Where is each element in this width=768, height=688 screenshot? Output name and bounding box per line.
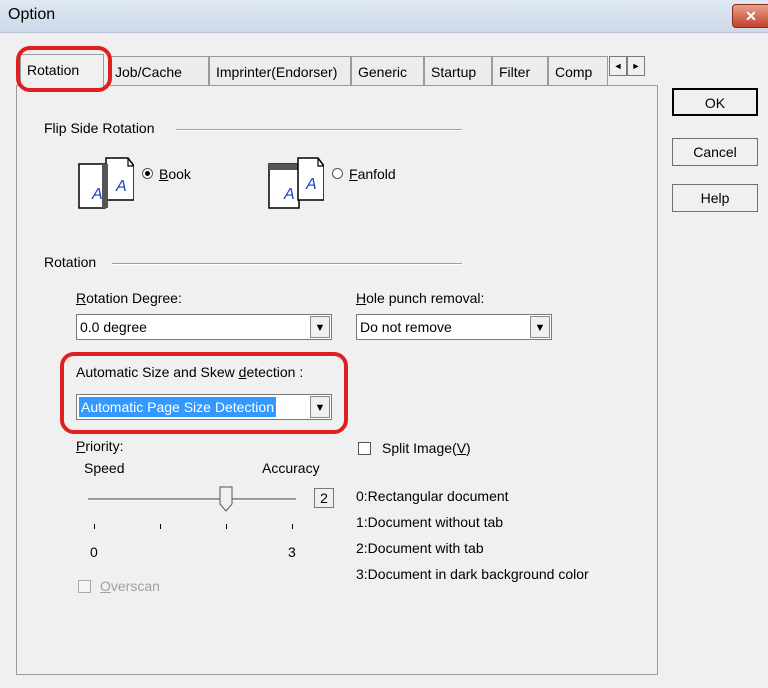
legend-item: 3:Document in dark background color (356, 566, 589, 582)
tab-scroll-right-button[interactable]: ► (627, 56, 645, 76)
priority-slider-thumb[interactable] (219, 486, 233, 512)
slider-tick (94, 524, 95, 529)
title-bar: Option ✕ (0, 0, 768, 33)
hole-punch-label: Hole punch removal: (356, 290, 485, 306)
scroll-right-icon: ► (631, 61, 641, 71)
legend-item: 0:Rectangular document (356, 488, 509, 504)
ok-button[interactable]: OK (672, 88, 758, 116)
fanfold-letter-2: A (306, 176, 317, 193)
tab-generic[interactable]: Generic (351, 56, 424, 86)
hole-punch-value: Do not remove (360, 319, 452, 335)
tab-imprinter[interactable]: Imprinter(Endorser) (209, 56, 351, 86)
rotation-tab-highlight (16, 46, 112, 92)
legend-item: 2:Document with tab (356, 540, 484, 556)
chevron-down-icon[interactable]: ▼ (310, 396, 330, 418)
slider-tick (292, 524, 293, 529)
book-label[interactable]: Book (159, 166, 191, 182)
window-title: Option (8, 6, 56, 23)
overscan-checkbox[interactable] (78, 580, 91, 593)
flip-side-divider (176, 129, 462, 131)
tab-startup[interactable]: Startup (424, 56, 492, 86)
chevron-down-icon[interactable]: ▼ (310, 316, 330, 338)
book-radio[interactable] (142, 168, 153, 179)
tab-compression[interactable]: Comp (548, 56, 608, 86)
slider-tick (160, 524, 161, 529)
fanfold-icon: A A (268, 156, 325, 210)
tab-job-cache[interactable]: Job/Cache (108, 56, 209, 86)
help-button[interactable]: Help (672, 184, 758, 212)
rotation-degree-label: Rotation Degree: (76, 290, 182, 306)
close-icon: ✕ (745, 8, 757, 24)
flip-side-heading: Flip Side Rotation (44, 120, 155, 136)
fanfold-label[interactable]: Fanfold (349, 166, 396, 182)
tab-filter[interactable]: Filter (492, 56, 548, 86)
scroll-left-icon: ◄ (613, 61, 623, 71)
priority-slider-track[interactable] (88, 498, 296, 501)
rotation-heading: Rotation (44, 254, 97, 270)
book-icon: A A (78, 156, 135, 210)
book-letter: A (92, 186, 103, 203)
auto-detection-value: Automatic Page Size Detection (79, 397, 276, 417)
fanfold-letter: A (284, 186, 295, 203)
accuracy-label: Accuracy (262, 460, 320, 476)
split-image-label[interactable]: Split Image(V) (382, 440, 471, 456)
priority-label: Priority: (76, 438, 124, 454)
rotation-degree-value: 0.0 degree (80, 319, 147, 335)
cancel-button[interactable]: Cancel (672, 138, 758, 166)
slider-max-label: 3 (288, 544, 296, 560)
rotation-divider (112, 263, 462, 265)
priority-value-box: 2 (314, 488, 334, 508)
rotation-degree-select[interactable]: 0.0 degree ▼ (76, 314, 332, 340)
speed-label: Speed (84, 460, 125, 476)
fanfold-radio[interactable] (332, 168, 343, 179)
option-dialog: Option ✕ Rotation Job/Cache Imprinter(En… (0, 0, 768, 688)
book-letter-2: A (116, 178, 127, 195)
slider-min-label: 0 (90, 544, 98, 560)
hole-punch-select[interactable]: Do not remove ▼ (356, 314, 552, 340)
legend-item: 1:Document without tab (356, 514, 504, 530)
split-image-checkbox[interactable] (358, 442, 371, 455)
overscan-label[interactable]: Overscan (100, 578, 160, 594)
chevron-down-icon[interactable]: ▼ (530, 316, 550, 338)
close-button[interactable]: ✕ (732, 4, 768, 28)
auto-detection-select[interactable]: Automatic Page Size Detection ▼ (76, 394, 332, 420)
auto-detection-label: Automatic Size and Skew detection : (76, 364, 304, 380)
tab-scroll-left-button[interactable]: ◄ (609, 56, 627, 76)
slider-tick (226, 524, 227, 529)
